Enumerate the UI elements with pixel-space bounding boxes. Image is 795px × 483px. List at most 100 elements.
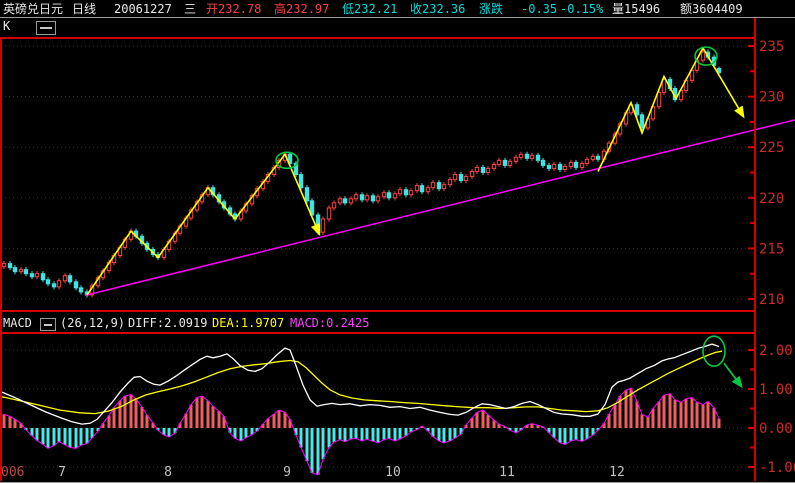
macd-hist-bar-negative	[316, 428, 320, 475]
macd-hist-bar-negative	[398, 428, 402, 439]
candle-up	[397, 189, 403, 195]
price-axis-label: 210	[759, 292, 784, 308]
macd-hist-bar-negative	[387, 428, 391, 439]
macd-hist-bar-negative	[382, 428, 386, 440]
candle-down	[386, 192, 392, 199]
candle-down	[546, 164, 552, 169]
macd-hist-bar-positive	[129, 394, 133, 428]
candle-down	[502, 159, 508, 166]
x-axis-month-label: 12	[609, 465, 625, 480]
candle-up	[62, 275, 68, 282]
candle-down	[12, 267, 18, 273]
macd-hist-bar-negative	[327, 428, 331, 448]
candle-up	[562, 165, 568, 170]
candle-up	[408, 190, 414, 196]
candle-up	[590, 155, 596, 160]
candle-up	[447, 179, 453, 186]
candle-up	[568, 161, 574, 167]
macd-hist-bar-positive	[2, 414, 6, 428]
macd-hist-bar-positive	[651, 408, 655, 428]
macd-hist-bar-positive	[118, 400, 122, 428]
candle-down	[45, 279, 51, 285]
macd-hist-bar-positive	[8, 416, 12, 428]
macd-hist-bar-positive	[668, 393, 672, 428]
candle-up	[469, 170, 475, 178]
macd-hist-bar-negative	[354, 428, 358, 439]
candle-down	[67, 275, 73, 283]
macd-hist-bar-negative	[365, 428, 369, 440]
candle-up	[441, 184, 447, 190]
macd-hist-bar-negative	[63, 428, 67, 445]
candle-down	[29, 273, 35, 278]
candle-up	[364, 195, 370, 201]
candle-up	[496, 159, 502, 165]
macd-hist-bar-negative	[239, 428, 243, 441]
macd-hist-bar-positive	[217, 411, 221, 428]
candle-up	[452, 174, 458, 181]
macd-axis-label: 1.00	[759, 382, 793, 398]
macd-hist-bar-negative	[68, 428, 72, 448]
macd-hist-bar-negative	[35, 428, 39, 441]
macd-hist-bar-positive	[481, 410, 485, 428]
x-axis-month-label: 10	[385, 465, 401, 480]
chart-plot-area[interactable]: 235 230 225 220 215 210 2.00 1.00 0.00 -1.00 006 7 8…	[0, 0, 795, 483]
zigzag-arrow-annotation	[597, 46, 745, 172]
macd-hist-bar-negative	[448, 428, 452, 441]
macd-hist-bar-negative	[79, 428, 83, 446]
price-axis-label: 215	[759, 241, 784, 257]
candle-down	[419, 185, 425, 193]
candle-down	[524, 153, 530, 159]
macd-hist-bar-negative	[74, 428, 78, 449]
macd-hist-bar-positive	[646, 417, 650, 428]
candle-up	[337, 198, 343, 204]
macd-hist-bar-positive	[690, 397, 694, 428]
macd-hist-bar-negative	[371, 428, 375, 442]
candle-up	[392, 193, 398, 199]
macd-hist-bar-negative	[393, 428, 397, 441]
price-axis-label: 230	[759, 90, 784, 106]
candle-down	[23, 269, 29, 275]
macd-hist-bar-positive	[272, 413, 276, 428]
candle-down	[573, 161, 579, 168]
macd-hist-bar-negative	[437, 428, 441, 441]
x-axis-year-label: 006	[1, 465, 24, 480]
macd-hist-bar-positive	[189, 404, 193, 428]
macd-hist-bar-negative	[244, 428, 248, 438]
macd-hist-bar-negative	[310, 428, 314, 473]
candle-up	[348, 198, 354, 204]
macd-hist-bar-positive	[206, 400, 210, 428]
macd-hist-bar-positive	[277, 410, 281, 428]
candle-up	[700, 51, 706, 61]
candle-down	[634, 104, 640, 116]
candle-down	[359, 194, 365, 201]
macd-hist-bar-negative	[442, 428, 446, 443]
candle-up	[18, 269, 24, 273]
macd-hist-bar-negative	[332, 428, 336, 443]
candle-up	[425, 187, 431, 193]
macd-hist-bar-negative	[41, 428, 45, 445]
candle-up	[381, 192, 387, 198]
candle-down	[480, 166, 486, 174]
macd-hist-bar-positive	[123, 396, 127, 428]
macd-hist-bar-positive	[283, 412, 287, 428]
macd-hist-bar-positive	[211, 406, 215, 428]
candle-up	[507, 160, 513, 166]
macd-hist-bar-negative	[360, 428, 364, 441]
macd-hist-bar-positive	[195, 397, 199, 428]
macd-hist-bar-positive	[13, 419, 17, 428]
macd-hist-bar-negative	[338, 428, 342, 440]
macd-hist-bar-positive	[701, 404, 705, 428]
candle-up	[353, 194, 359, 200]
candle-down	[595, 155, 601, 160]
macd-hist-bar-negative	[85, 428, 89, 444]
macd-hist-bar-negative	[585, 428, 589, 439]
candle-up	[485, 167, 491, 173]
candle-up	[513, 156, 519, 162]
candle-up	[584, 158, 590, 164]
macd-hist-bar-negative	[580, 428, 584, 442]
macd-hist-bar-positive	[613, 404, 617, 428]
macd-hist-bar-positive	[140, 406, 144, 428]
candle-up	[326, 207, 332, 220]
macd-hist-bar-negative	[321, 428, 325, 460]
candle-up	[34, 273, 40, 278]
